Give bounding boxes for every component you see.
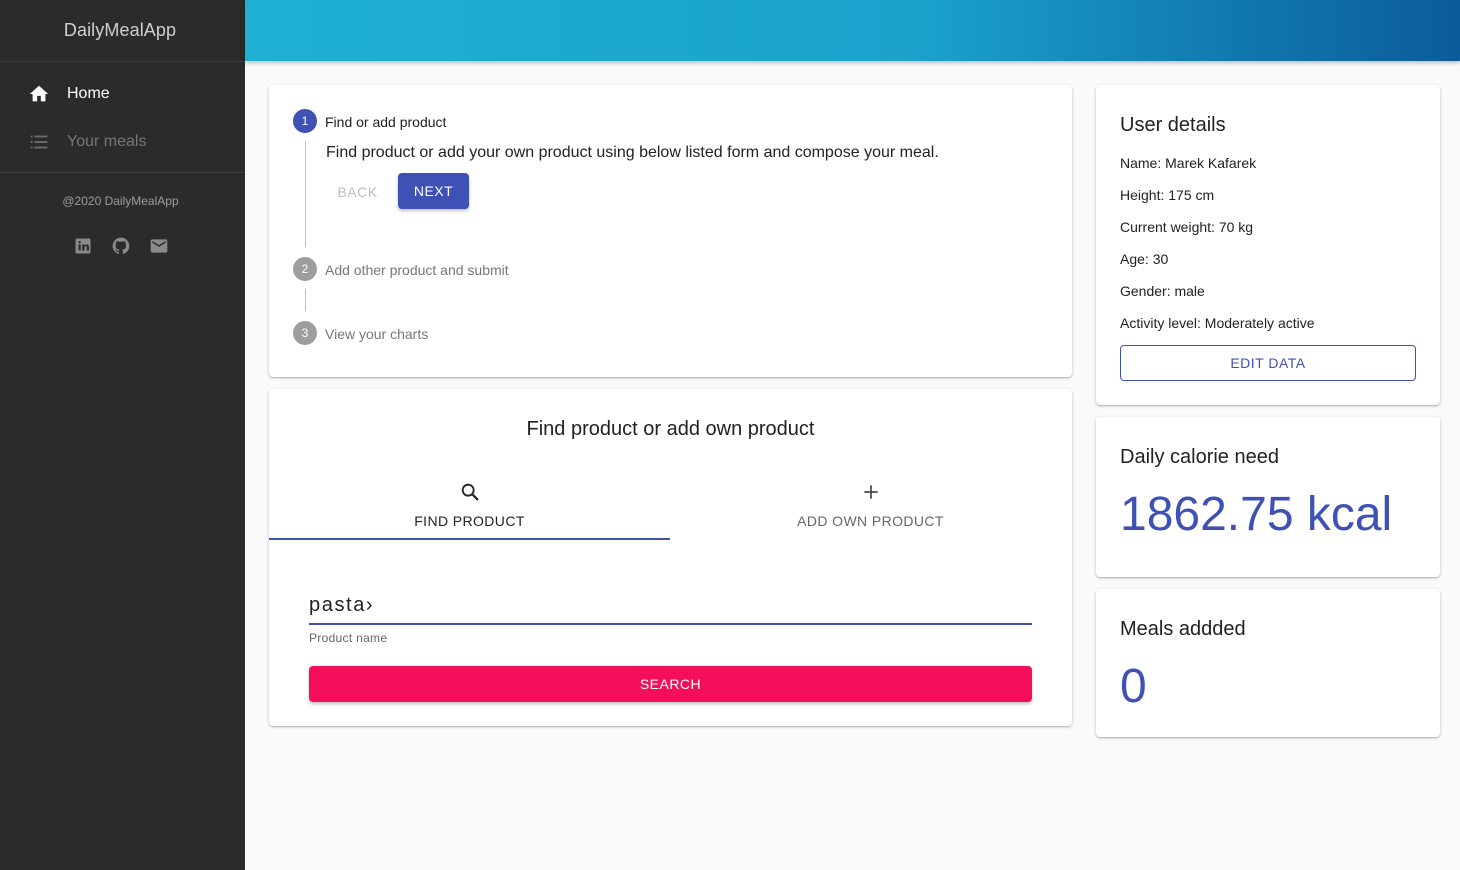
- user-age: Age: 30: [1120, 251, 1169, 267]
- sidebar-item-label: Home: [67, 85, 110, 102]
- sidebar-item-home[interactable]: Home: [0, 70, 245, 118]
- user-activity-level: Activity level: Moderately active: [1120, 315, 1315, 331]
- step-1-number: 1: [293, 109, 317, 133]
- user-gender: Gender: male: [1120, 283, 1205, 299]
- search-icon: [459, 481, 481, 503]
- meals-added-title: Meals addded: [1120, 618, 1246, 640]
- linkedin-icon[interactable]: [73, 236, 93, 256]
- user-name: Name: Marek Kafarek: [1120, 155, 1257, 171]
- copyright-text: @2020 DailyMealApp: [62, 194, 179, 208]
- step-3-number: 3: [293, 321, 317, 345]
- tab-find-product[interactable]: FIND PRODUCT: [269, 469, 670, 541]
- back-button[interactable]: BACK: [326, 174, 389, 210]
- user-height: Height: 175 cm: [1120, 187, 1215, 203]
- app-title: DailyMealApp: [63, 20, 177, 40]
- meals-added-card: Meals addded 0: [1096, 589, 1440, 737]
- edit-data-button[interactable]: EDIT DATA: [1120, 345, 1416, 381]
- tab-label: ADD OWN PRODUCT: [797, 513, 944, 529]
- social-links: [0, 236, 245, 256]
- github-icon[interactable]: [111, 236, 131, 256]
- list-icon: [28, 131, 50, 153]
- sidebar-nav: Home Your meals: [0, 62, 245, 173]
- product-name-helper: Product name: [309, 631, 388, 645]
- user-details-title: User details: [1120, 114, 1226, 136]
- user-weight: Current weight: 70 kg: [1120, 219, 1254, 235]
- plus-icon: [861, 481, 881, 503]
- stepper-card: 1 Find or add product Find product or ad…: [269, 85, 1072, 377]
- tab-add-own-product[interactable]: ADD OWN PRODUCT: [670, 469, 1071, 541]
- find-product-title: Find product or add own product: [526, 418, 815, 440]
- step-description: Find product or add your own product usi…: [326, 144, 939, 161]
- sidebar-item-your-meals[interactable]: Your meals: [0, 118, 245, 166]
- product-name-input[interactable]: [309, 587, 1032, 623]
- sidebar-item-label: Your meals: [67, 133, 147, 150]
- find-product-card: Find product or add own product FIND PRO…: [269, 389, 1072, 726]
- step-3-label: View your charts: [325, 326, 429, 342]
- step-1-label: Find or add product: [325, 114, 447, 130]
- email-icon[interactable]: [149, 236, 169, 256]
- product-name-field: [309, 587, 1032, 625]
- top-app-bar: [245, 0, 1460, 61]
- daily-calorie-title: Daily calorie need: [1120, 446, 1279, 468]
- user-details-card: User details Name: Marek Kafarek Height:…: [1096, 85, 1440, 405]
- daily-calorie-card: Daily calorie need 1862.75 kcal: [1096, 417, 1440, 577]
- home-icon: [28, 83, 50, 105]
- meals-added-value: 0: [1120, 660, 1147, 713]
- step-connector: [305, 141, 306, 247]
- app-brand: DailyMealApp: [0, 0, 245, 62]
- search-button[interactable]: SEARCH: [309, 666, 1032, 702]
- step-2-label: Add other product and submit: [325, 262, 509, 278]
- step-2-number: 2: [293, 257, 317, 281]
- tab-label: FIND PRODUCT: [414, 513, 525, 529]
- tab-indicator: [269, 538, 670, 540]
- next-button[interactable]: NEXT: [398, 173, 469, 209]
- sidebar: DailyMealApp Home Your meals @2020 Daily…: [0, 0, 245, 870]
- step-connector: [305, 289, 306, 311]
- daily-calorie-value: 1862.75 kcal: [1120, 488, 1393, 541]
